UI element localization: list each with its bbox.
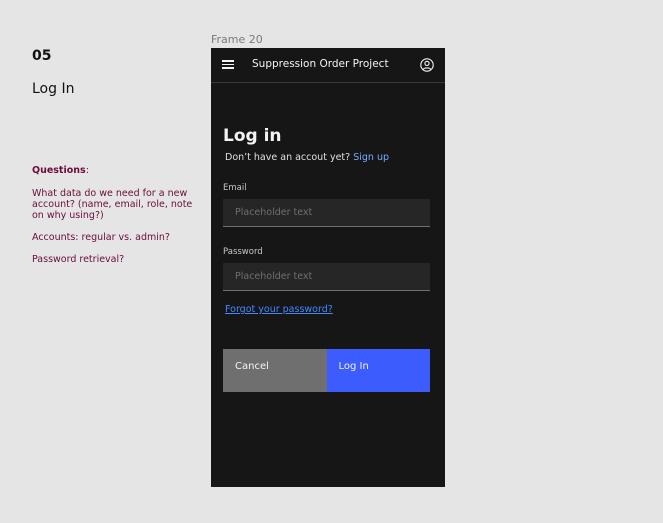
button-group: Cancel Log In bbox=[223, 349, 430, 392]
app-title: Suppression Order Project bbox=[252, 58, 389, 70]
questions-note: Questions: What data do we need for a ne… bbox=[32, 165, 197, 276]
login-button[interactable]: Log In bbox=[326, 349, 430, 392]
cancel-button[interactable]: Cancel bbox=[223, 349, 327, 392]
forgot-password-link[interactable]: Forgot your password? bbox=[223, 304, 430, 315]
email-label: Email bbox=[223, 183, 247, 193]
signup-link[interactable]: Sign up bbox=[353, 152, 389, 163]
questions-title: Questions: bbox=[32, 165, 89, 176]
question-item: What data do we need for a new account? … bbox=[32, 188, 193, 221]
password-field[interactable]: Placeholder text bbox=[223, 263, 430, 291]
app-header: Suppression Order Project bbox=[211, 48, 445, 83]
password-label: Password bbox=[223, 247, 263, 257]
page-title: Log in bbox=[223, 126, 282, 146]
no-account-text: Don’t have an accout yet? bbox=[225, 152, 351, 163]
email-field[interactable]: Placeholder text bbox=[223, 199, 430, 227]
step-number: 05 bbox=[32, 48, 52, 64]
email-placeholder: Placeholder text bbox=[235, 207, 313, 218]
user-avatar-icon[interactable] bbox=[420, 58, 434, 72]
mobile-frame: Suppression Order Project Log in Don’t h… bbox=[211, 48, 445, 487]
page-name: Log In bbox=[32, 81, 75, 97]
frame-label: Frame 20 bbox=[211, 33, 263, 46]
signup-prompt: Don’t have an accout yet? Sign up bbox=[223, 152, 430, 163]
question-item: Password retrieval? bbox=[32, 254, 125, 265]
password-placeholder: Placeholder text bbox=[235, 271, 313, 282]
login-form: Log in Don’t have an accout yet? Sign up… bbox=[223, 126, 430, 315]
question-item: Accounts: regular vs. admin? bbox=[32, 232, 170, 243]
hamburger-menu-icon[interactable] bbox=[222, 60, 234, 70]
